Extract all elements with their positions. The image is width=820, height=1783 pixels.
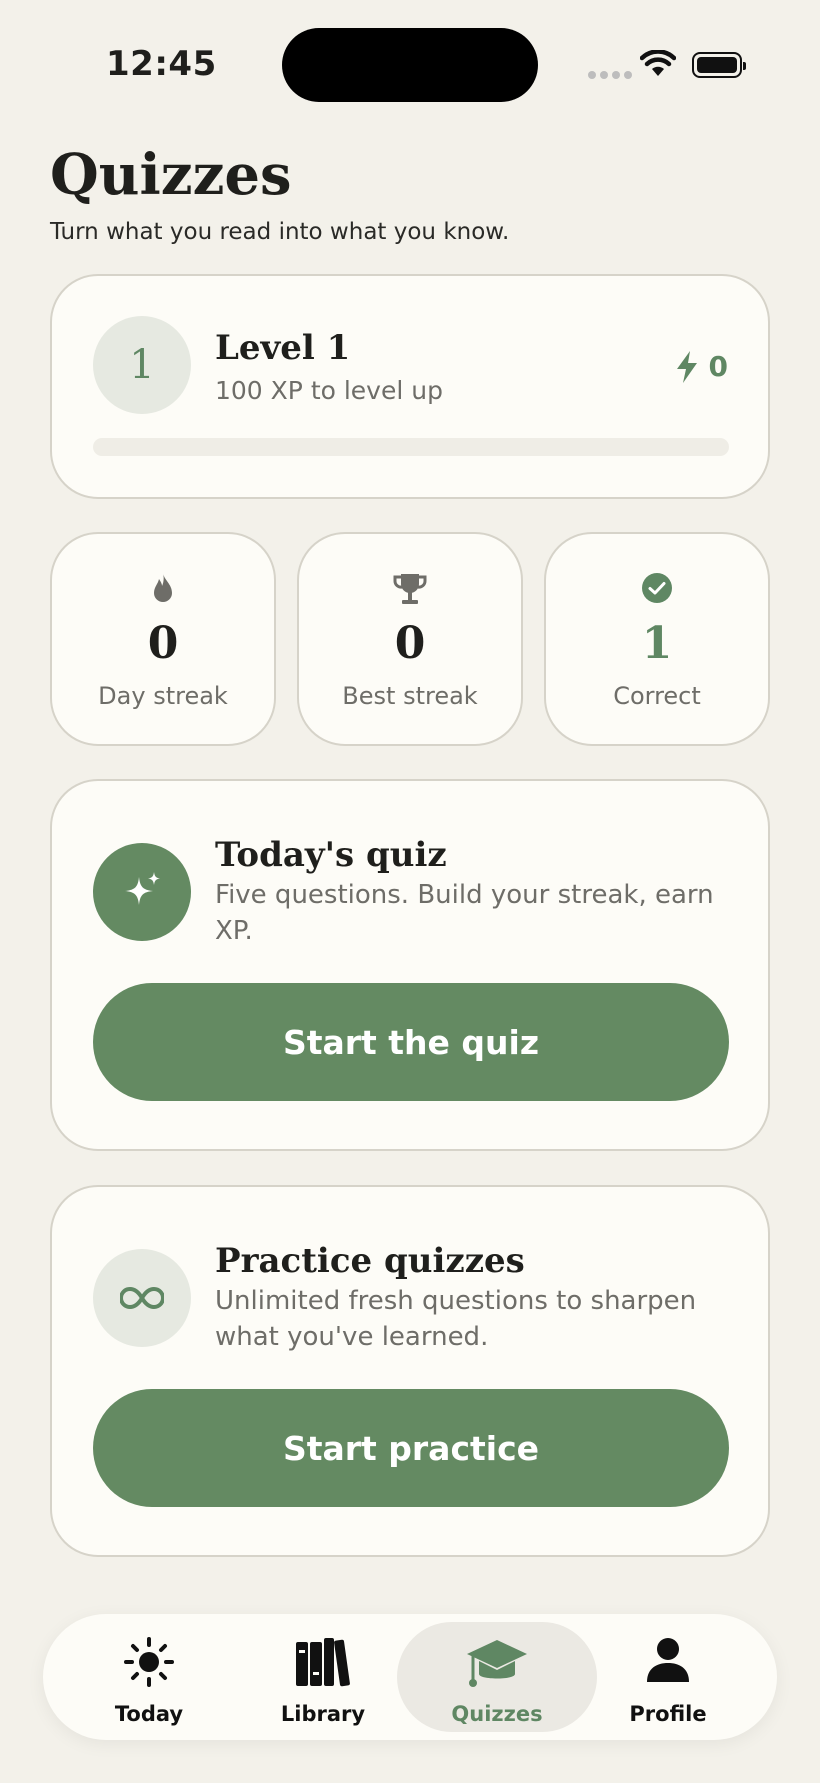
wifi-icon (640, 50, 676, 76)
tab-label: Quizzes (451, 1702, 543, 1726)
level-progress-bar (93, 438, 729, 456)
stat-correct: 1 Correct (544, 532, 770, 746)
practice-title: Practice quizzes (215, 1241, 525, 1281)
stat-day-streak: 0 Day streak (50, 532, 276, 746)
tab-quizzes[interactable]: Quizzes (397, 1622, 597, 1732)
trophy-icon (393, 574, 427, 604)
xp-counter: 0 (675, 350, 728, 383)
page-title: Quizzes (50, 142, 292, 208)
stat-value: 1 (641, 618, 673, 669)
stat-best-streak: 0 Best streak (297, 532, 523, 746)
tab-label: Today (114, 1702, 184, 1726)
daily-quiz-description: Five questions. Build your streak, earn … (215, 880, 714, 946)
stat-label: Day streak (98, 682, 228, 710)
practice-icon-badge (93, 1249, 191, 1347)
level-card: 1 Level 1 100 XP to level up 0 (50, 274, 770, 499)
dynamic-island (282, 28, 538, 102)
tab-profile[interactable]: Profile (582, 1622, 754, 1732)
stat-value: 0 (394, 618, 426, 669)
daily-quiz-title: Today's quiz (215, 835, 447, 875)
start-quiz-button[interactable]: Start the quiz (93, 983, 729, 1101)
graduation-cap-icon (467, 1640, 527, 1687)
books-icon (296, 1638, 350, 1687)
tab-library[interactable]: Library (237, 1622, 409, 1732)
page-subtitle: Turn what you read into what you know. (50, 219, 510, 245)
practice-quizzes-card: Practice quizzes Unlimited fresh questio… (50, 1185, 770, 1557)
level-badge: 1 (93, 316, 191, 414)
daily-quiz-card: Today's quiz Five questions. Build your … (50, 779, 770, 1151)
infinity-icon (120, 1286, 164, 1310)
tab-bar: Today Library Quizzes Profile (43, 1614, 777, 1740)
tab-today[interactable]: Today (63, 1622, 235, 1732)
xp-value: 0 (708, 350, 728, 383)
tab-label: Library (280, 1702, 366, 1726)
daily-quiz-icon-badge (93, 843, 191, 941)
level-subtitle: 100 XP to level up (215, 376, 443, 405)
start-practice-button[interactable]: Start practice (93, 1389, 729, 1507)
lightning-icon (676, 350, 697, 383)
status-bar: 12:45 (0, 0, 820, 130)
stat-value: 0 (147, 618, 179, 669)
sun-icon (124, 1637, 174, 1687)
stat-label: Correct (613, 682, 701, 710)
practice-description: Unlimited fresh questions to sharpen wha… (215, 1286, 697, 1352)
flame-icon (154, 573, 172, 602)
check-circle-icon (642, 573, 672, 603)
person-icon (647, 1638, 689, 1682)
stat-label: Best streak (342, 682, 478, 710)
status-time: 12:45 (106, 44, 217, 84)
sparkles-icon (125, 872, 160, 905)
tab-label: Profile (629, 1702, 707, 1726)
level-title: Level 1 (215, 328, 351, 368)
signal-icon (588, 71, 632, 79)
battery-icon (692, 52, 746, 78)
